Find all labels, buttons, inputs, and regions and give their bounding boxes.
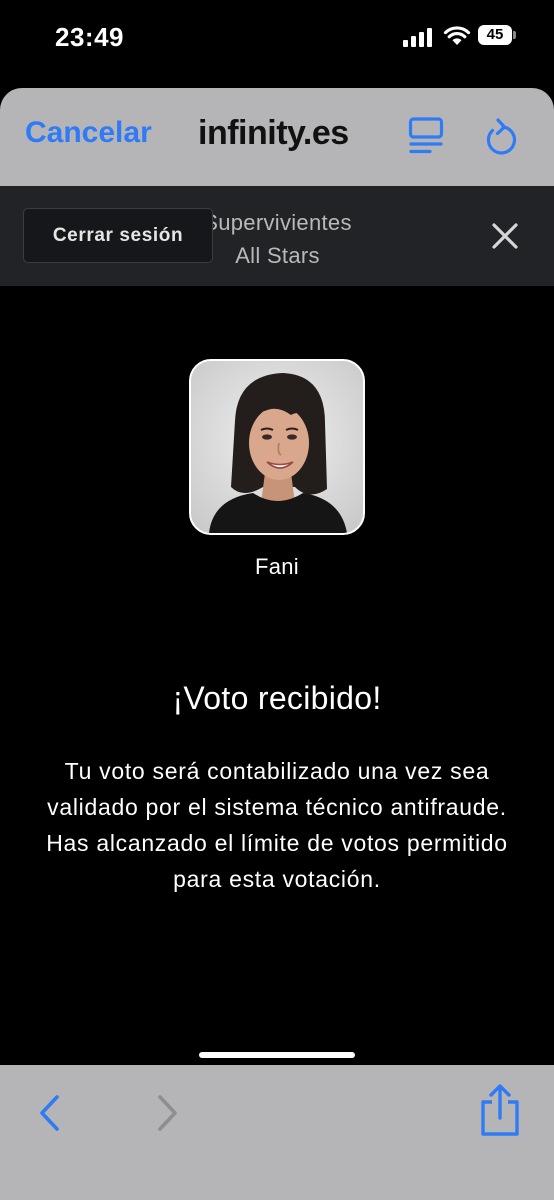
cancel-button[interactable]: Cancelar	[25, 116, 152, 150]
cellular-signal-icon	[403, 28, 432, 47]
reader-view-icon[interactable]	[408, 116, 444, 156]
screen: 23:49 45 Cancelar infinity.es Cerrar ses…	[0, 0, 554, 1200]
battery-level: 45	[478, 25, 512, 45]
home-indicator	[199, 1052, 355, 1058]
browser-sheet: Cancelar infinity.es Cerrar sesión Super…	[0, 88, 554, 1200]
browser-toolbar	[0, 1065, 554, 1200]
status-time: 23:49	[55, 22, 124, 52]
program-header: Cerrar sesión Supervivientes All Stars	[0, 186, 554, 286]
reload-icon[interactable]	[482, 115, 520, 157]
close-icon[interactable]	[488, 219, 522, 253]
chevron-left-icon[interactable]	[33, 1091, 67, 1135]
logout-button[interactable]: Cerrar sesión	[23, 208, 213, 263]
contestant-photo	[189, 359, 365, 535]
browser-nav-bar: Cancelar infinity.es	[0, 88, 554, 186]
vote-confirmation-title: ¡Voto recibido!	[172, 680, 382, 716]
wifi-icon	[443, 26, 471, 45]
chevron-right-icon	[158, 1095, 177, 1131]
battery-icon: 45	[478, 25, 516, 45]
status-bar: 23:49 45	[0, 0, 554, 80]
share-icon[interactable]	[478, 1083, 522, 1137]
page-domain: infinity.es	[198, 114, 349, 152]
vote-confirmation-message: Tu voto será contabilizado una vez sea v…	[46, 758, 508, 892]
contestant-name: Fani	[255, 554, 299, 579]
